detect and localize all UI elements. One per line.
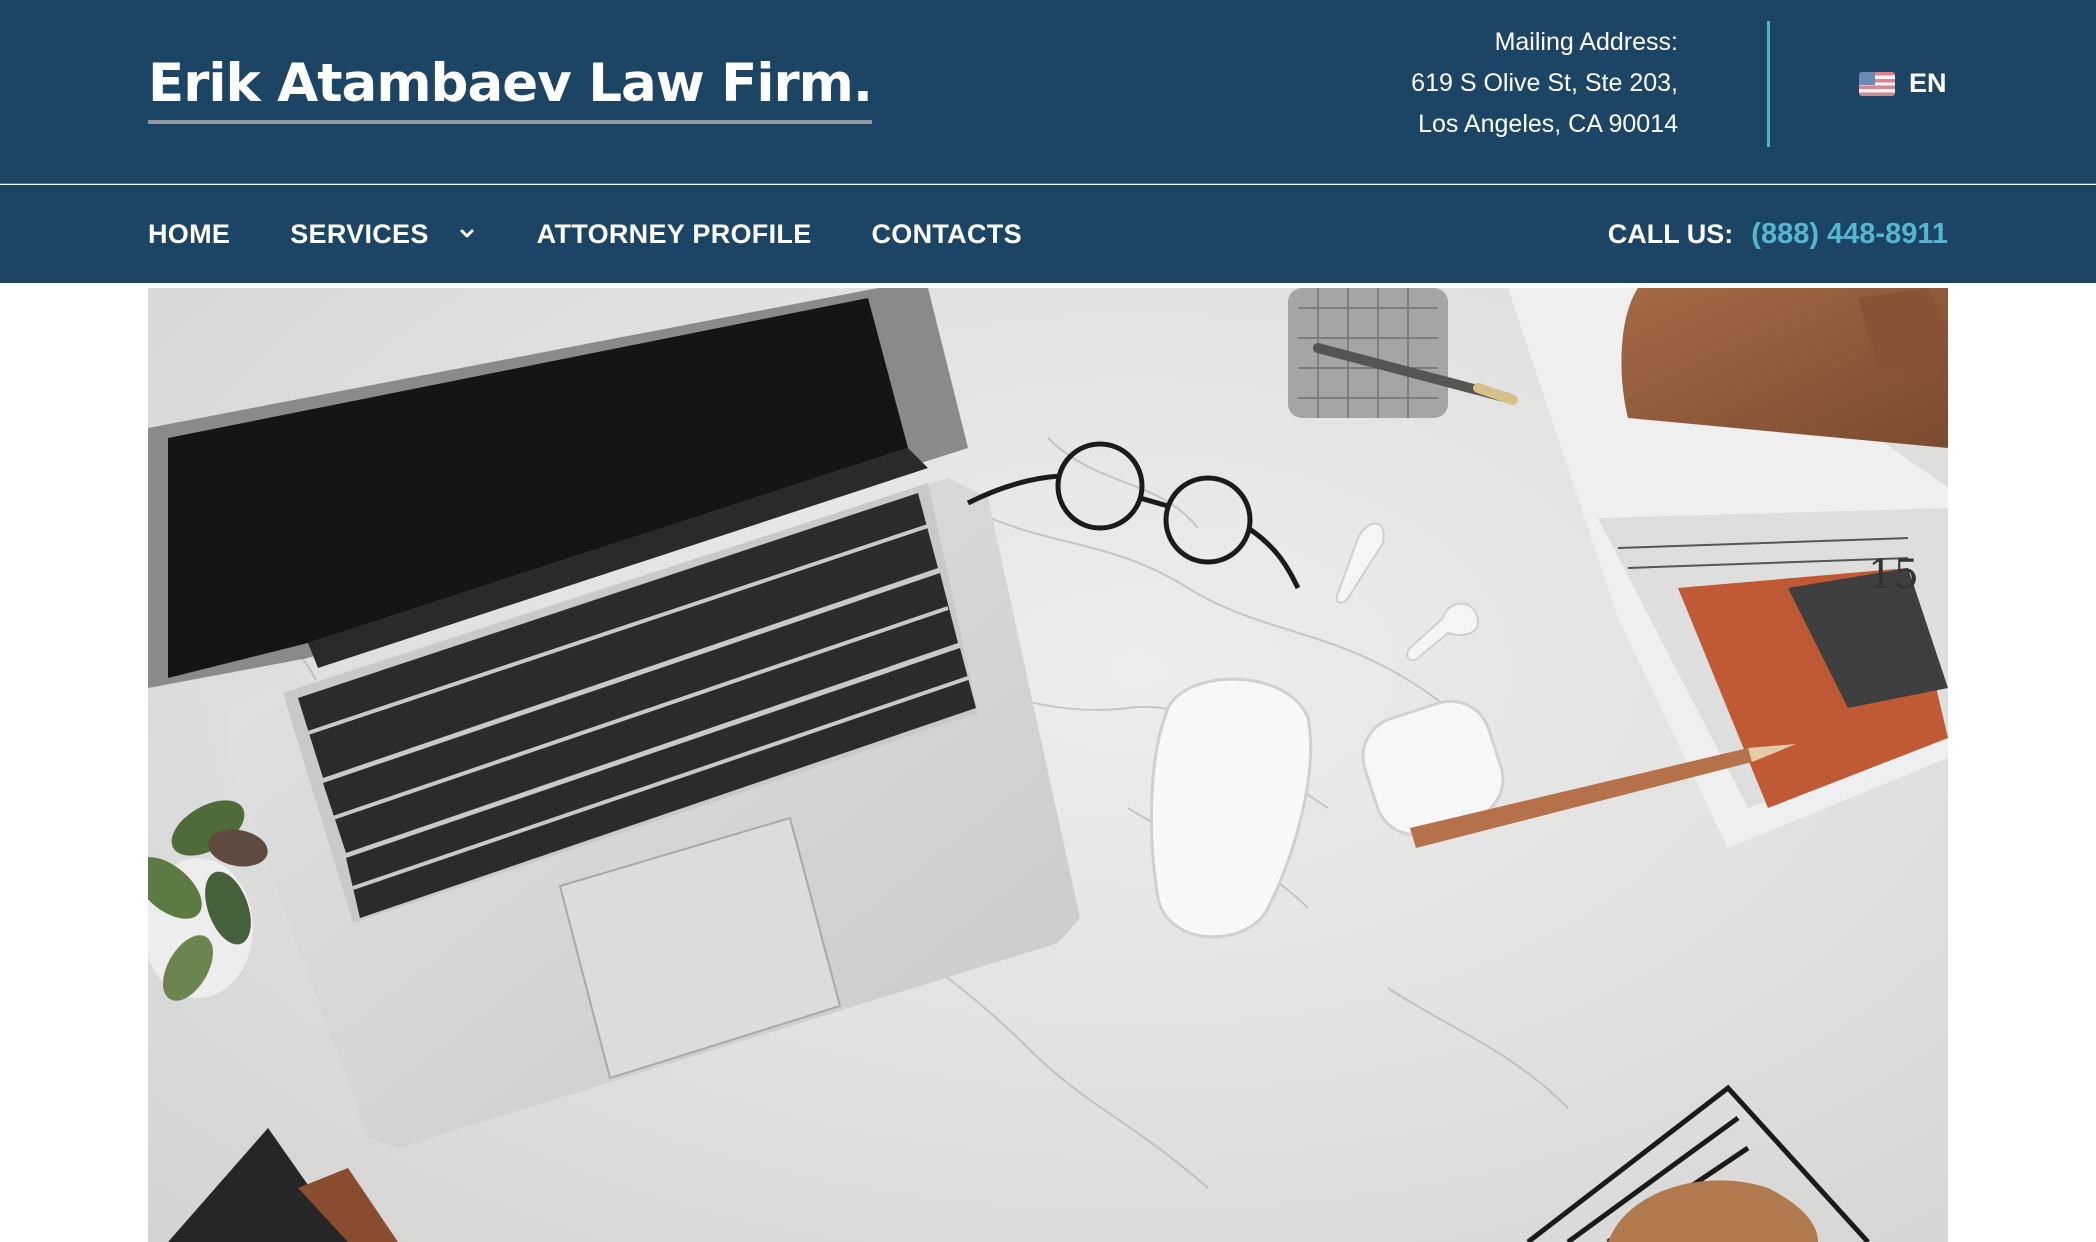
header-divider <box>1767 21 1770 147</box>
nav-item-label: CONTACTS <box>871 218 1022 249</box>
nav-item-home[interactable]: HOME <box>148 219 230 250</box>
language-label: EN <box>1909 68 1947 98</box>
site-logo[interactable]: Erik Atambaev Law Firm. <box>148 48 873 124</box>
nav-item-label: HOME <box>148 218 231 249</box>
call-us-label: CALL US: <box>1607 218 1734 249</box>
svg-text:15: 15 <box>1868 552 1919 598</box>
hero-image: 15 <box>148 288 1948 1242</box>
main-navigation: HOME SERVICES ATTORNEY PROFILE CONTACTS … <box>0 185 2096 283</box>
desk-workspace-photo: 15 <box>148 288 1948 1242</box>
phone-link[interactable]: (888) 448-8911 <box>1751 218 1948 251</box>
language-selector[interactable]: EN <box>1859 68 1947 99</box>
nav-item-attorney-profile[interactable]: ATTORNEY PROFILE <box>537 219 812 250</box>
address-line-2: Los Angeles, CA 90014 <box>1418 110 1678 138</box>
nav-menu: HOME SERVICES ATTORNEY PROFILE CONTACTS <box>148 185 1082 283</box>
nav-item-services[interactable]: SERVICES <box>290 219 476 250</box>
nav-item-contacts[interactable]: CONTACTS <box>872 219 1022 250</box>
nav-item-label: SERVICES <box>290 218 429 249</box>
address-line-1: 619 S Olive St, Ste 203, <box>1411 69 1678 97</box>
address-heading: Mailing Address: <box>1494 28 1678 56</box>
mailing-address: Mailing Address: 619 S Olive St, Ste 203… <box>1411 22 1678 145</box>
call-us: CALL US: (888) 448-8911 <box>1608 185 1948 283</box>
chevron-down-icon <box>460 229 474 238</box>
nav-item-label: ATTORNEY PROFILE <box>536 218 812 249</box>
top-header: Erik Atambaev Law Firm. Mailing Address:… <box>0 0 2096 184</box>
us-flag-icon <box>1859 71 1895 96</box>
